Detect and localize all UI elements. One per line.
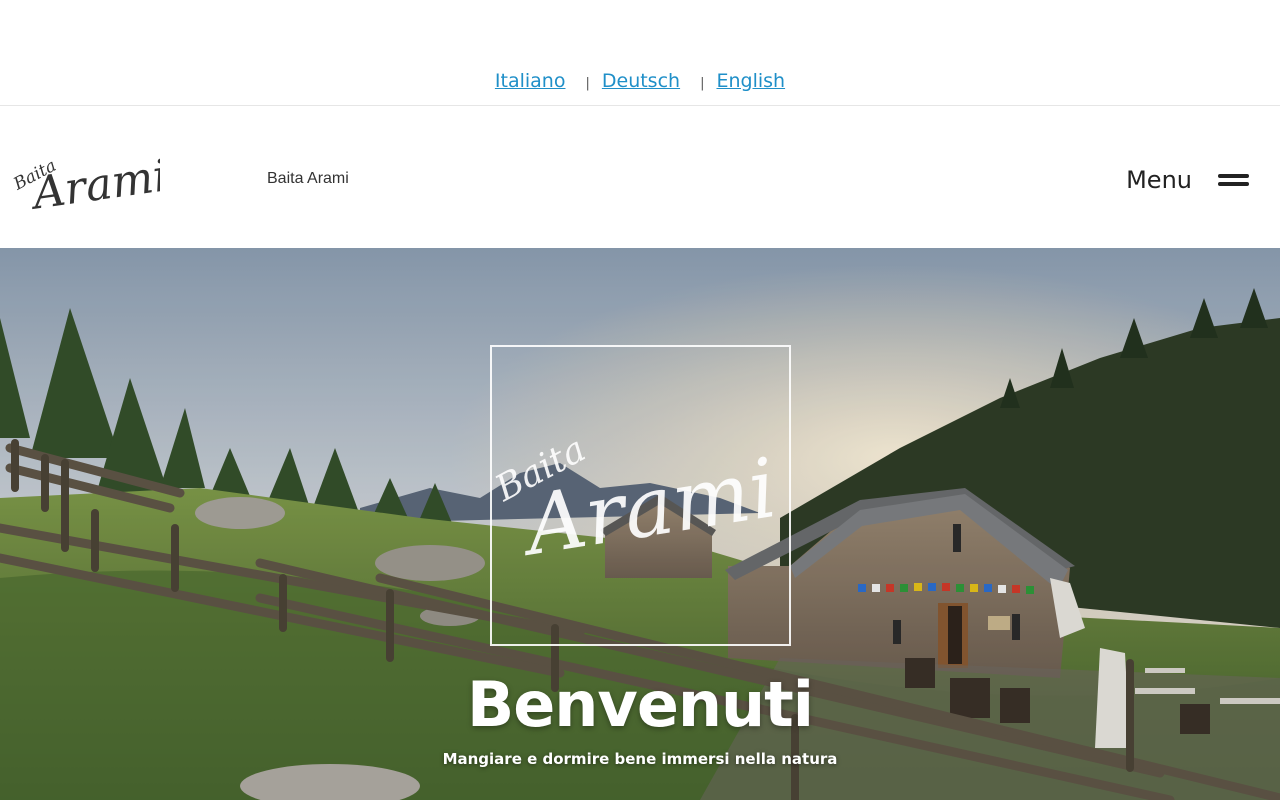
hero-logo: Baita Arami — [493, 429, 783, 568]
language-separator: | — [585, 76, 590, 91]
hero-title: Benvenuti — [466, 668, 814, 741]
language-separator: | — [700, 76, 705, 91]
site-header: Baita Arami Baita Arami Menu — [0, 106, 1280, 248]
menu-button[interactable]: Menu — [1126, 164, 1250, 196]
menu-label: Menu — [1126, 166, 1192, 194]
language-link-english[interactable]: English — [716, 70, 785, 92]
site-logo[interactable]: Baita Arami — [8, 136, 160, 232]
language-bar: Italiano | Deutsch | English — [0, 0, 1280, 106]
hamburger-icon[interactable] — [1218, 173, 1250, 187]
language-switcher: Italiano | Deutsch | English — [0, 70, 1280, 92]
hero-subtitle: Mangiare e dormire bene immersi nella na… — [442, 750, 838, 768]
language-link-italiano[interactable]: Italiano — [495, 70, 566, 92]
site-name[interactable]: Baita Arami — [267, 170, 349, 188]
hero-banner: Baita Arami Benvenuti Mangiare e dormire… — [0, 248, 1280, 800]
language-link-deutsch[interactable]: Deutsch — [602, 70, 680, 92]
